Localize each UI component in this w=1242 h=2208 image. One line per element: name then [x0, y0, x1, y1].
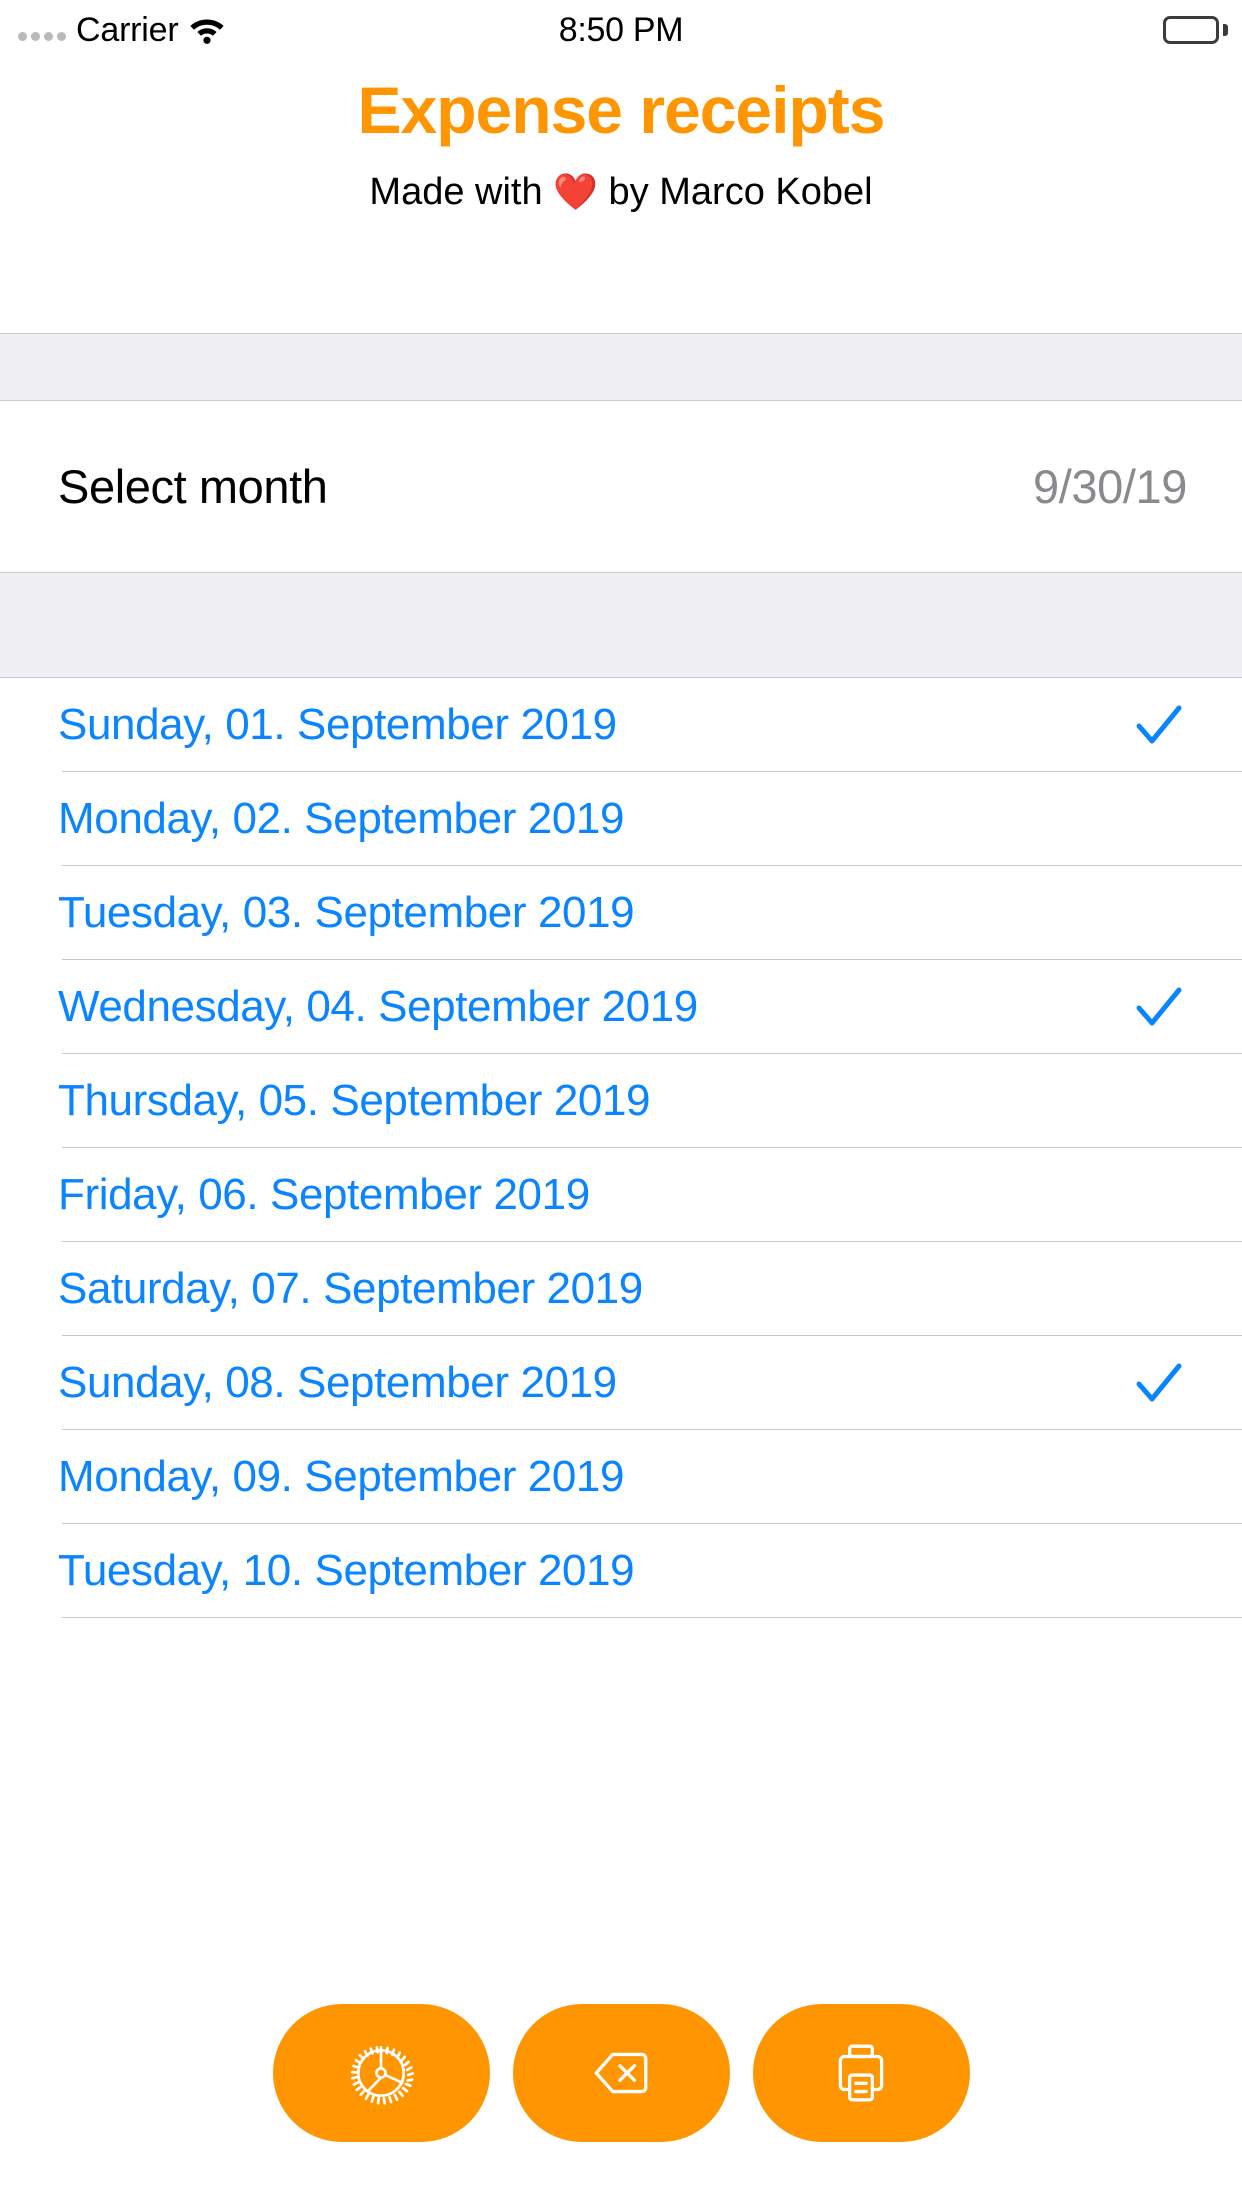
select-month-row[interactable]: Select month 9/30/19 — [0, 401, 1242, 572]
list-item[interactable]: Thursday, 05. September 2019 — [0, 1054, 1242, 1148]
settings-button[interactable] — [272, 2004, 490, 2142]
app-screen: Carrier 8:50 PM Expense receipts Made wi… — [0, 0, 1242, 2208]
checkmark-icon — [1133, 699, 1185, 751]
list-item[interactable]: Saturday, 07. September 2019 — [0, 1242, 1242, 1336]
select-month-label: Select month — [58, 460, 328, 513]
list-item[interactable]: Sunday, 01. September 2019 — [0, 678, 1242, 772]
day-label: Tuesday, 10. September 2019 — [58, 1546, 635, 1595]
list-item[interactable]: Monday, 09. September 2019 — [0, 1430, 1242, 1524]
page-title: Expense receipts — [357, 73, 886, 147]
battery-cap-icon — [1223, 24, 1228, 36]
day-label: Friday, 06. September 2019 — [58, 1170, 590, 1219]
bottom-toolbar — [0, 1938, 1242, 2208]
day-list[interactable]: Sunday, 01. September 2019 Monday, 02. Se… — [0, 678, 1242, 1938]
day-label: Tuesday, 03. September 2019 — [58, 888, 635, 937]
list-item[interactable]: Friday, 06. September 2019 — [0, 1148, 1242, 1242]
status-bar: Carrier 8:50 PM — [0, 0, 1242, 60]
select-month-value[interactable]: 9/30/19 — [1033, 459, 1187, 514]
list-item[interactable]: Tuesday, 03. September 2019 — [0, 866, 1242, 960]
printer-icon — [828, 2040, 894, 2106]
day-label: Thursday, 05. September 2019 — [58, 1076, 651, 1125]
checkmark-icon — [1133, 1357, 1185, 1409]
delete-backspace-icon — [588, 2040, 654, 2106]
list-item[interactable]: Monday, 02. September 2019 — [0, 772, 1242, 866]
delete-button[interactable] — [512, 2004, 730, 2142]
day-label: Sunday, 01. September 2019 — [58, 700, 617, 749]
subtitle-suffix: by Marco Kobel — [598, 171, 873, 213]
list-item[interactable]: Sunday, 08. September 2019 — [0, 1336, 1242, 1430]
row-separator — [62, 1617, 1242, 1618]
battery-full-icon — [1163, 16, 1219, 44]
page-subtitle: Made with ❤️ by Marco Kobel — [0, 170, 1242, 216]
day-label: Monday, 02. September 2019 — [58, 794, 625, 843]
list-item[interactable]: Wednesday, 04. September 2019 — [0, 960, 1242, 1054]
section-header-band-days — [0, 572, 1242, 678]
day-label: Wednesday, 04. September 2019 — [58, 982, 698, 1031]
checkmark-icon — [1133, 981, 1185, 1033]
list-item[interactable]: Tuesday, 10. September 2019 — [0, 1524, 1242, 1618]
day-label: Saturday, 07. September 2019 — [58, 1264, 643, 1313]
subtitle-prefix: Made with — [369, 171, 554, 213]
section-header-band-top — [0, 333, 1242, 401]
print-button[interactable] — [752, 2004, 970, 2142]
status-bar-clock: 8:50 PM — [558, 10, 684, 49]
day-label: Monday, 09. September 2019 — [58, 1452, 625, 1501]
heart-icon: ❤️ — [553, 171, 598, 212]
gear-icon — [348, 2040, 414, 2106]
day-label: Sunday, 08. September 2019 — [58, 1358, 617, 1407]
status-bar-right — [1163, 0, 1228, 60]
